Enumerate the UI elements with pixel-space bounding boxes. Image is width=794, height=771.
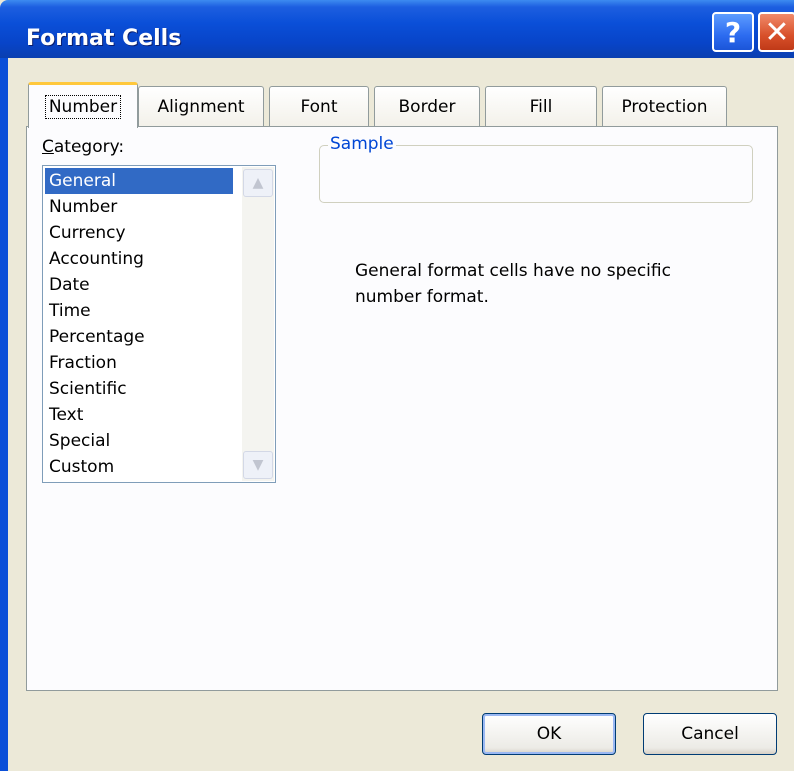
category-label: Category:: [42, 137, 125, 157]
scroll-up-button[interactable]: ▲: [243, 169, 273, 197]
close-button[interactable]: ✕: [758, 12, 794, 52]
scroll-down-button[interactable]: ▼: [243, 451, 273, 479]
category-scrollbar[interactable]: ▲ ▼: [242, 167, 274, 481]
tab-label: Fill: [529, 96, 553, 117]
tab-number[interactable]: Number: [28, 82, 138, 128]
help-icon: ?: [724, 15, 742, 49]
ok-label: OK: [536, 724, 562, 744]
list-item-special[interactable]: Special: [45, 428, 233, 454]
chevron-up-icon: ▲: [252, 175, 264, 191]
list-item-currency[interactable]: Currency: [45, 220, 233, 246]
close-icon: ✕: [764, 14, 790, 50]
cancel-button[interactable]: Cancel: [643, 713, 777, 755]
format-description: General format cells have no specific nu…: [355, 261, 671, 307]
help-button[interactable]: ?: [712, 12, 754, 52]
window-frame: [0, 58, 8, 771]
list-item-text[interactable]: Text: [45, 402, 233, 428]
tab-fill[interactable]: Fill: [485, 86, 597, 126]
list-item-scientific[interactable]: Scientific: [45, 376, 233, 402]
window-title: Format Cells: [26, 26, 182, 51]
tab-font[interactable]: Font: [269, 86, 369, 126]
list-item-accounting[interactable]: Accounting: [45, 246, 233, 272]
list-item-percentage[interactable]: Percentage: [45, 324, 233, 350]
list-item-general[interactable]: General: [45, 168, 233, 194]
tab-protection[interactable]: Protection: [602, 86, 727, 126]
list-item-number[interactable]: Number: [45, 194, 233, 220]
tab-label: Alignment: [157, 96, 245, 117]
sample-legend: Sample: [328, 134, 396, 154]
ok-button[interactable]: OK: [482, 713, 616, 755]
list-item-date[interactable]: Date: [45, 272, 233, 298]
cancel-label: Cancel: [681, 724, 739, 744]
category-listbox[interactable]: General Number Currency Accounting Date …: [42, 165, 276, 483]
chevron-down-icon: ▼: [252, 457, 264, 473]
title-bar: Format Cells ? ✕: [0, 0, 794, 58]
tab-label: Border: [398, 96, 456, 117]
tab-border[interactable]: Border: [374, 86, 480, 126]
tab-label: Font: [300, 96, 338, 117]
tab-alignment[interactable]: Alignment: [138, 86, 264, 126]
tab-label: Number: [44, 94, 122, 119]
list-item-fraction[interactable]: Fraction: [45, 350, 233, 376]
list-item-custom[interactable]: Custom: [45, 454, 233, 480]
tab-label: Protection: [621, 96, 708, 117]
list-item-time[interactable]: Time: [45, 298, 233, 324]
